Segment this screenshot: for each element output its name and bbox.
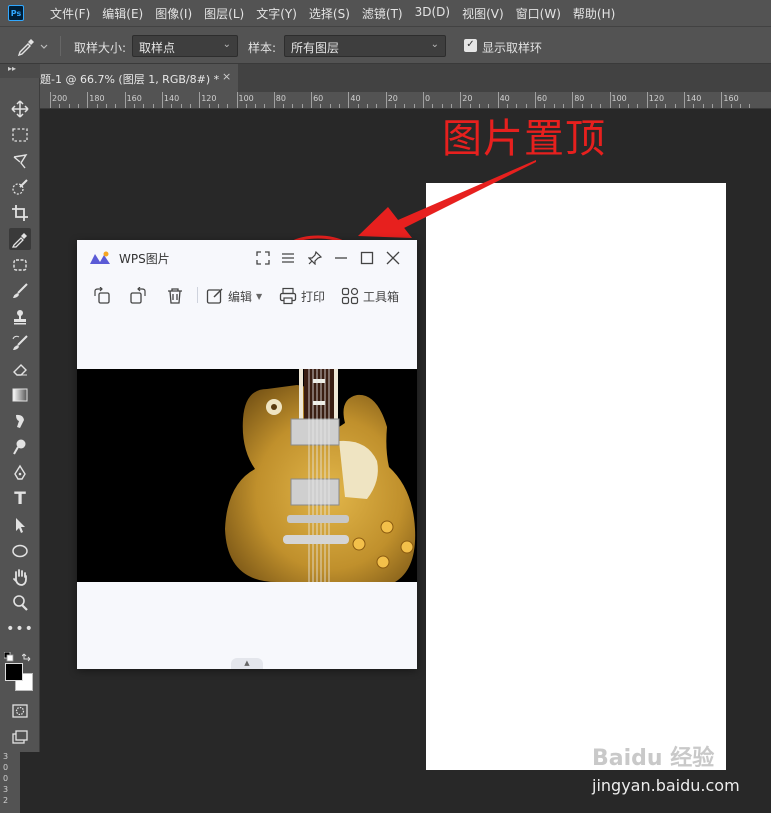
close-icon bbox=[386, 251, 400, 265]
close-window-button[interactable] bbox=[384, 249, 402, 267]
edit-label: 编辑 bbox=[228, 289, 253, 304]
maximize-icon bbox=[360, 251, 374, 265]
print-label: 打印 bbox=[301, 289, 326, 304]
rotate-left-button[interactable] bbox=[93, 286, 111, 306]
guitar-image bbox=[225, 369, 416, 582]
toolbox-grid-icon bbox=[341, 287, 359, 305]
fullscreen-button[interactable] bbox=[254, 249, 272, 267]
edit-button[interactable]: 编辑 ▼ bbox=[206, 286, 262, 306]
print-button[interactable]: 打印 bbox=[279, 286, 325, 306]
baidu-watermark-logo: Baidu 经验 bbox=[592, 746, 715, 771]
trash-icon bbox=[168, 288, 182, 304]
wps-window-title: WPS图片 bbox=[119, 252, 170, 266]
chevron-down-icon: ▼ bbox=[256, 291, 263, 301]
annotation-arrow bbox=[398, 160, 536, 229]
toolbar-separator bbox=[197, 287, 198, 303]
delete-button[interactable] bbox=[166, 286, 184, 306]
pin-icon bbox=[308, 251, 322, 265]
rotate-left-icon bbox=[94, 287, 110, 304]
guitar-photo[interactable] bbox=[77, 369, 417, 582]
wps-picture-window: WPS图片 编辑 ▼ 打印 工具箱 ▲ bbox=[77, 240, 417, 669]
edit-icon bbox=[206, 288, 223, 304]
baidu-watermark-url: jingyan.baidu.com bbox=[592, 776, 740, 795]
pin-on-top-button[interactable] bbox=[306, 249, 324, 267]
menu-button[interactable] bbox=[279, 249, 297, 267]
maximize-button[interactable] bbox=[358, 249, 376, 267]
expand-panel-button[interactable]: ▲ bbox=[231, 658, 263, 669]
wps-logo-icon bbox=[89, 250, 111, 266]
minimize-icon bbox=[335, 257, 347, 259]
rotate-right-button[interactable] bbox=[129, 286, 147, 306]
fullscreen-icon bbox=[256, 251, 270, 265]
printer-icon bbox=[279, 287, 297, 305]
toolbox-button[interactable]: 工具箱 bbox=[341, 286, 399, 306]
toolbox-label: 工具箱 bbox=[363, 289, 400, 304]
minimize-button[interactable] bbox=[332, 249, 350, 267]
rotate-right-icon bbox=[130, 287, 146, 304]
hamburger-menu-icon bbox=[282, 253, 294, 263]
